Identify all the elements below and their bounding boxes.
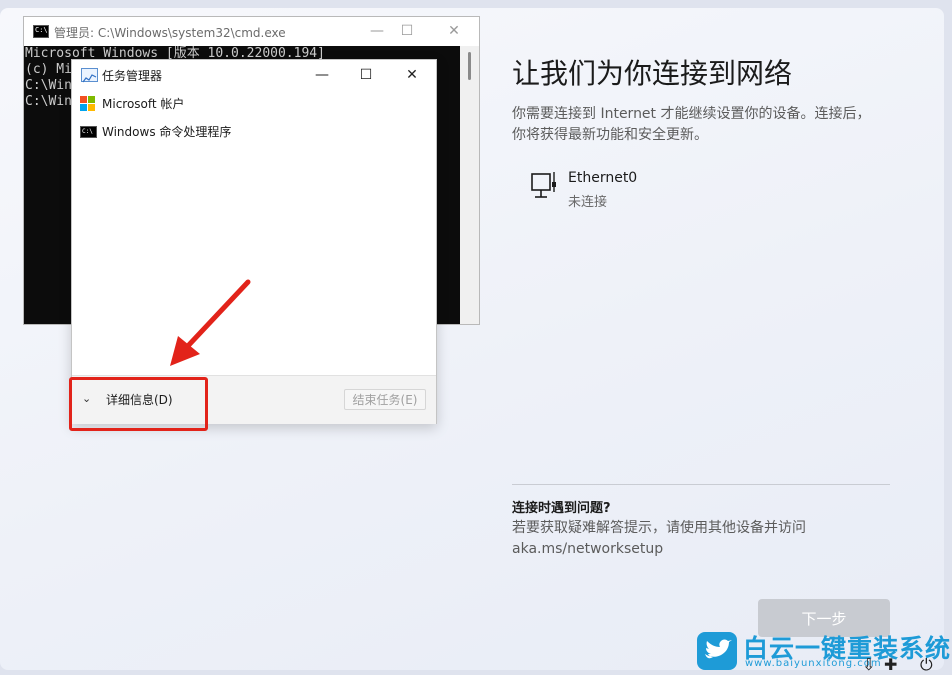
ethernet-icon (531, 172, 556, 198)
power-icon[interactable]: ⏻ (920, 655, 933, 675)
system-tray: ⇩ ✚ ⏻ (862, 655, 952, 675)
scrollbar-thumb[interactable] (468, 52, 471, 80)
microsoft-logo-icon (80, 96, 95, 111)
help-heading: 连接时遇到问题? (512, 501, 611, 516)
process-label: Microsoft 帐户 (102, 97, 185, 111)
tm-maximize-button[interactable]: ☐ (350, 64, 382, 86)
divider (512, 484, 890, 485)
end-task-button[interactable]: 结束任务(E) (344, 389, 426, 410)
cmd-minimize-button[interactable]: — (362, 20, 392, 42)
process-label: Windows 命令处理程序 (102, 125, 232, 139)
chart-line-icon (82, 74, 97, 83)
cmd-title: 管理员: C:\Windows\system32\cmd.exe (54, 26, 286, 40)
tm-minimize-button[interactable]: — (306, 64, 338, 86)
page-title: 让我们为你连接到网络 (512, 57, 793, 90)
cmd-icon: C:\ (80, 126, 97, 138)
task-manager-titlebar[interactable]: 任务管理器 — ☐ ✕ (72, 60, 436, 90)
cmd-titlebar[interactable]: C:\ 管理员: C:\Windows\system32\cmd.exe — ☐… (24, 17, 479, 46)
cmd-maximize-button[interactable]: ☐ (392, 20, 422, 42)
process-item-windows-cmd[interactable]: C:\ Windows 命令处理程序 (80, 119, 420, 143)
annotation-highlight-box (69, 377, 208, 431)
network-item-ethernet0[interactable]: Ethernet0 未连接 (530, 168, 690, 212)
cmd-icon: C:\ (33, 25, 49, 38)
bird-logo-icon (697, 632, 737, 670)
network-tray-icon[interactable]: ✚ (884, 655, 897, 674)
accessibility-icon[interactable]: ⇩ (862, 655, 875, 674)
cmd-icon-text: C:\ (35, 26, 48, 34)
task-manager-icon (81, 68, 98, 83)
tm-close-button[interactable]: ✕ (396, 64, 428, 86)
network-name: Ethernet0 (568, 170, 638, 186)
annotation-arrow-icon (170, 279, 251, 366)
cmd-close-button[interactable]: ✕ (439, 20, 469, 42)
task-manager-title: 任务管理器 (102, 69, 163, 83)
process-item-microsoft-account[interactable]: Microsoft 帐户 (80, 91, 420, 115)
page-description: 你需要连接到 Internet 才能继续设置你的设备。连接后，你将获得最新功能和… (512, 106, 871, 143)
cmd-scrollbar[interactable] (460, 46, 479, 324)
help-text: 若要获取疑难解答提示，请使用其他设备并访问 aka.ms/networksetu… (512, 520, 806, 557)
network-status: 未连接 (568, 195, 608, 210)
